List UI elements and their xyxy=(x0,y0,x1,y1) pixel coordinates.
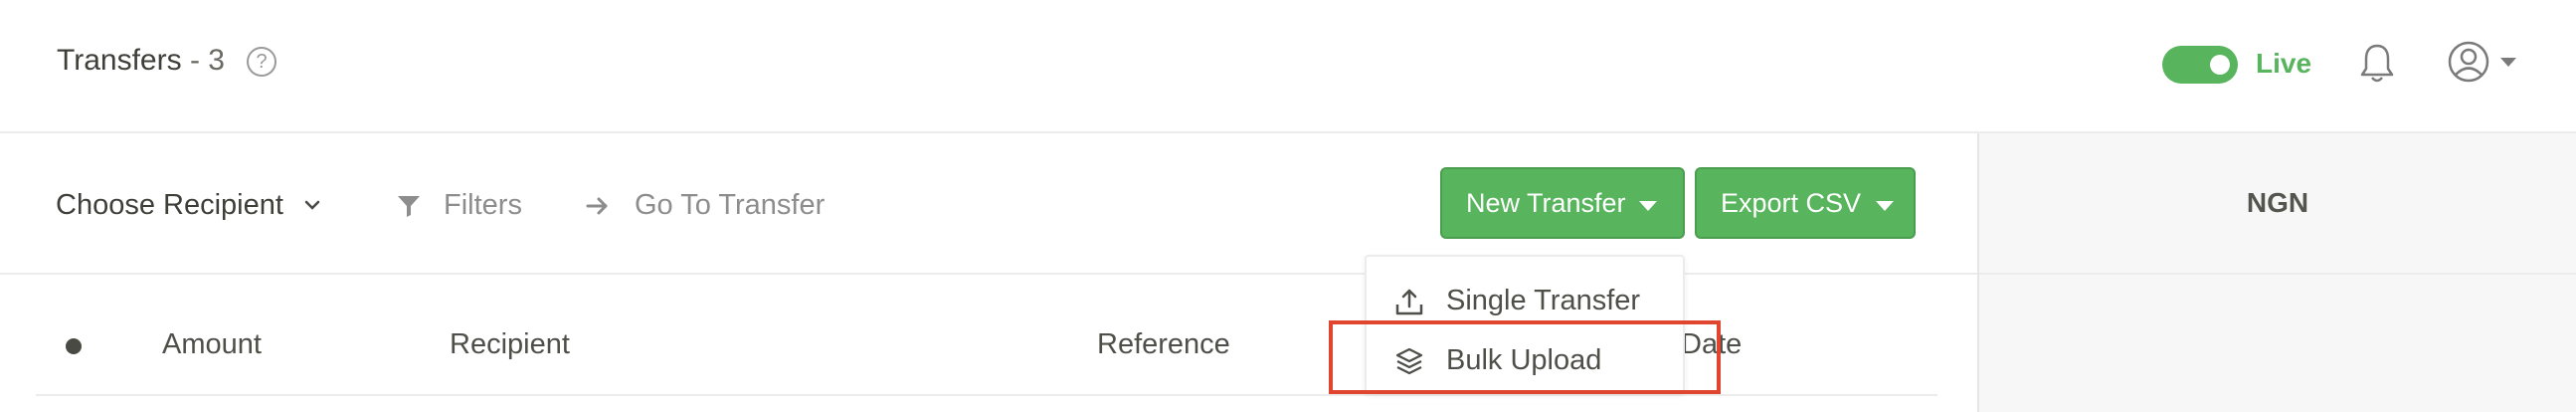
transfer-count: - 3 xyxy=(189,44,225,77)
chevron-down-icon[interactable] xyxy=(302,195,322,215)
live-mode-toggle[interactable] xyxy=(2162,46,2238,84)
toggle-knob xyxy=(2210,55,2230,75)
highlight-box xyxy=(1329,320,1721,394)
currency-label: NGN xyxy=(2246,187,2309,218)
top-bar: Transfers - 3 ? Live xyxy=(0,0,2576,133)
bell-icon[interactable] xyxy=(2359,42,2395,86)
column-header-amount[interactable]: Amount xyxy=(162,328,262,361)
page-title-text: Transfers xyxy=(57,44,182,77)
go-to-transfer-button[interactable]: Go To Transfer xyxy=(635,189,825,222)
status-column-dot xyxy=(66,338,82,354)
help-icon[interactable]: ? xyxy=(247,47,276,77)
column-header-reference[interactable]: Reference xyxy=(1097,328,1230,361)
caret-down-icon xyxy=(1876,201,1894,211)
page-title: Transfers - 3 xyxy=(57,44,225,78)
currency-panel: NGN xyxy=(1977,133,2576,412)
user-menu-caret-icon[interactable] xyxy=(2500,58,2516,67)
filters-button[interactable]: Filters xyxy=(444,189,522,222)
arrow-right-icon[interactable] xyxy=(585,193,611,219)
filter-icon[interactable] xyxy=(396,193,422,219)
upload-icon xyxy=(1395,289,1423,315)
menu-item-label: Single Transfer xyxy=(1446,285,1641,316)
live-label: Live xyxy=(2256,48,2312,79)
new-transfer-button[interactable]: New Transfer xyxy=(1440,167,1685,239)
export-csv-label: Export CSV xyxy=(1721,188,1862,218)
divider xyxy=(36,394,1937,396)
caret-down-icon xyxy=(1639,201,1657,211)
toolbar: Choose Recipient Filters Go To Transfer … xyxy=(0,133,1977,275)
choose-recipient-dropdown[interactable]: Choose Recipient xyxy=(56,189,283,222)
new-transfer-label: New Transfer xyxy=(1466,188,1626,218)
column-header-recipient[interactable]: Recipient xyxy=(450,328,570,361)
user-avatar-icon[interactable] xyxy=(2447,40,2490,84)
divider xyxy=(1979,273,2576,275)
export-csv-button[interactable]: Export CSV xyxy=(1695,167,1916,239)
